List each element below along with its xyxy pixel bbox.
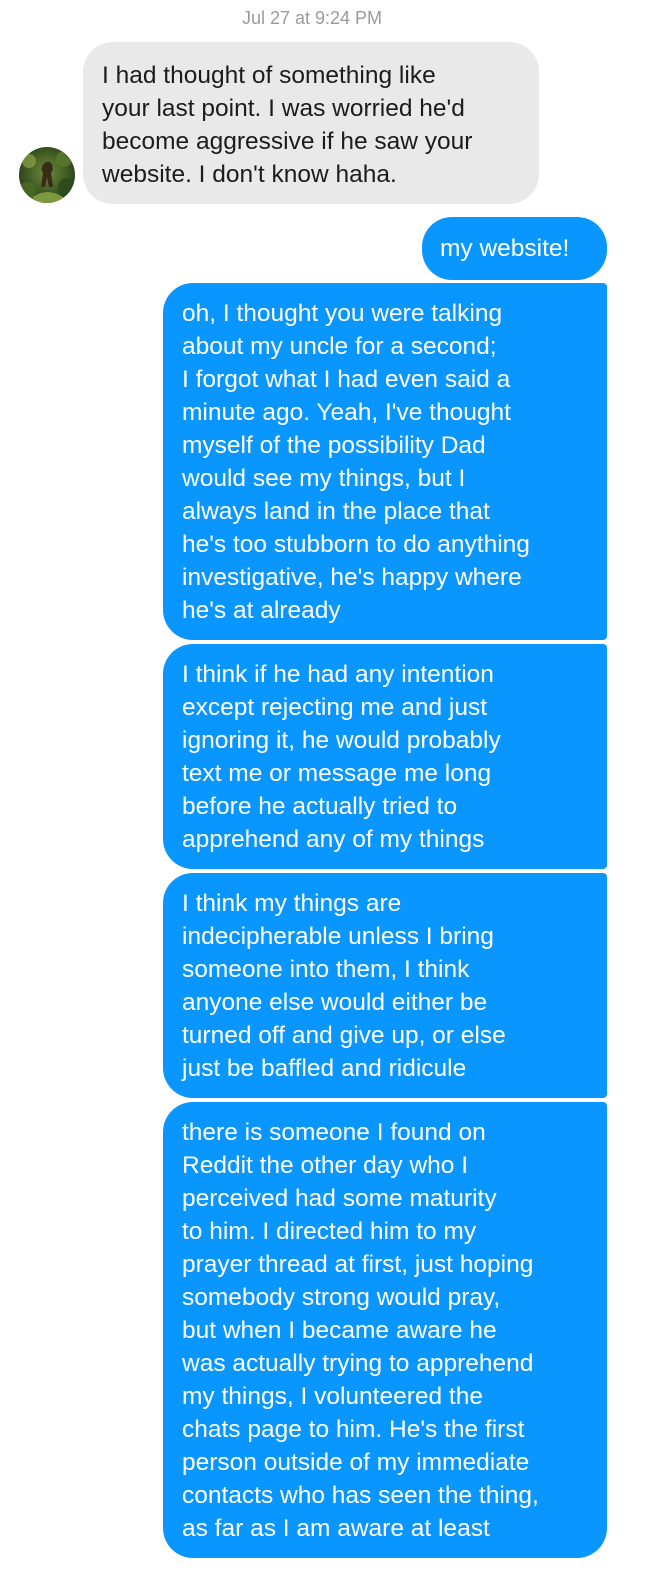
outgoing-message-bubble[interactable]: my website! — [422, 217, 607, 280]
outgoing-message-bubble[interactable]: oh, I thought you were talking about my … — [163, 283, 607, 640]
outgoing-message-bubble[interactable]: I think my things are indecipherable unl… — [163, 873, 607, 1098]
message-timestamp: Jul 27 at 9:24 PM — [241, 8, 383, 28]
outgoing-message-bubble[interactable]: I think if he had any intention except r… — [163, 644, 607, 869]
outgoing-message-bubble[interactable]: there is someone I found on Reddit the o… — [163, 1102, 607, 1558]
incoming-message-bubble[interactable]: I had thought of something like your las… — [83, 42, 539, 204]
contact-avatar[interactable] — [19, 147, 75, 203]
avatar-image — [19, 147, 75, 203]
